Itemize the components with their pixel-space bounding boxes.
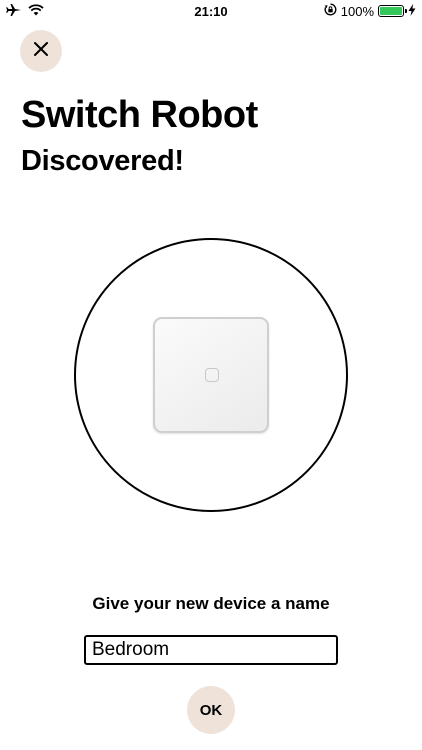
device-name-label: Give your new device a name bbox=[92, 594, 330, 613]
device-name-input[interactable] bbox=[84, 635, 338, 665]
charging-bolt-icon bbox=[408, 3, 416, 19]
ok-button[interactable]: OK bbox=[187, 686, 235, 734]
battery-icon bbox=[378, 5, 407, 17]
battery-fill bbox=[380, 7, 402, 15]
page-subtitle: Discovered! bbox=[21, 145, 184, 177]
switch-robot-device-image bbox=[153, 317, 269, 433]
status-right: 100% bbox=[324, 3, 416, 19]
status-bar: 21:10 100% bbox=[0, 0, 422, 24]
rotation-lock-icon bbox=[324, 3, 337, 19]
battery-percent: 100% bbox=[340, 3, 374, 19]
battery-cap bbox=[405, 9, 407, 13]
page-title: Switch Robot bbox=[21, 94, 258, 136]
device-button bbox=[205, 368, 219, 382]
close-icon bbox=[34, 41, 48, 61]
close-button[interactable] bbox=[20, 30, 62, 72]
screen: 21:10 100% Switch Robot Discovered! Give… bbox=[0, 0, 422, 750]
